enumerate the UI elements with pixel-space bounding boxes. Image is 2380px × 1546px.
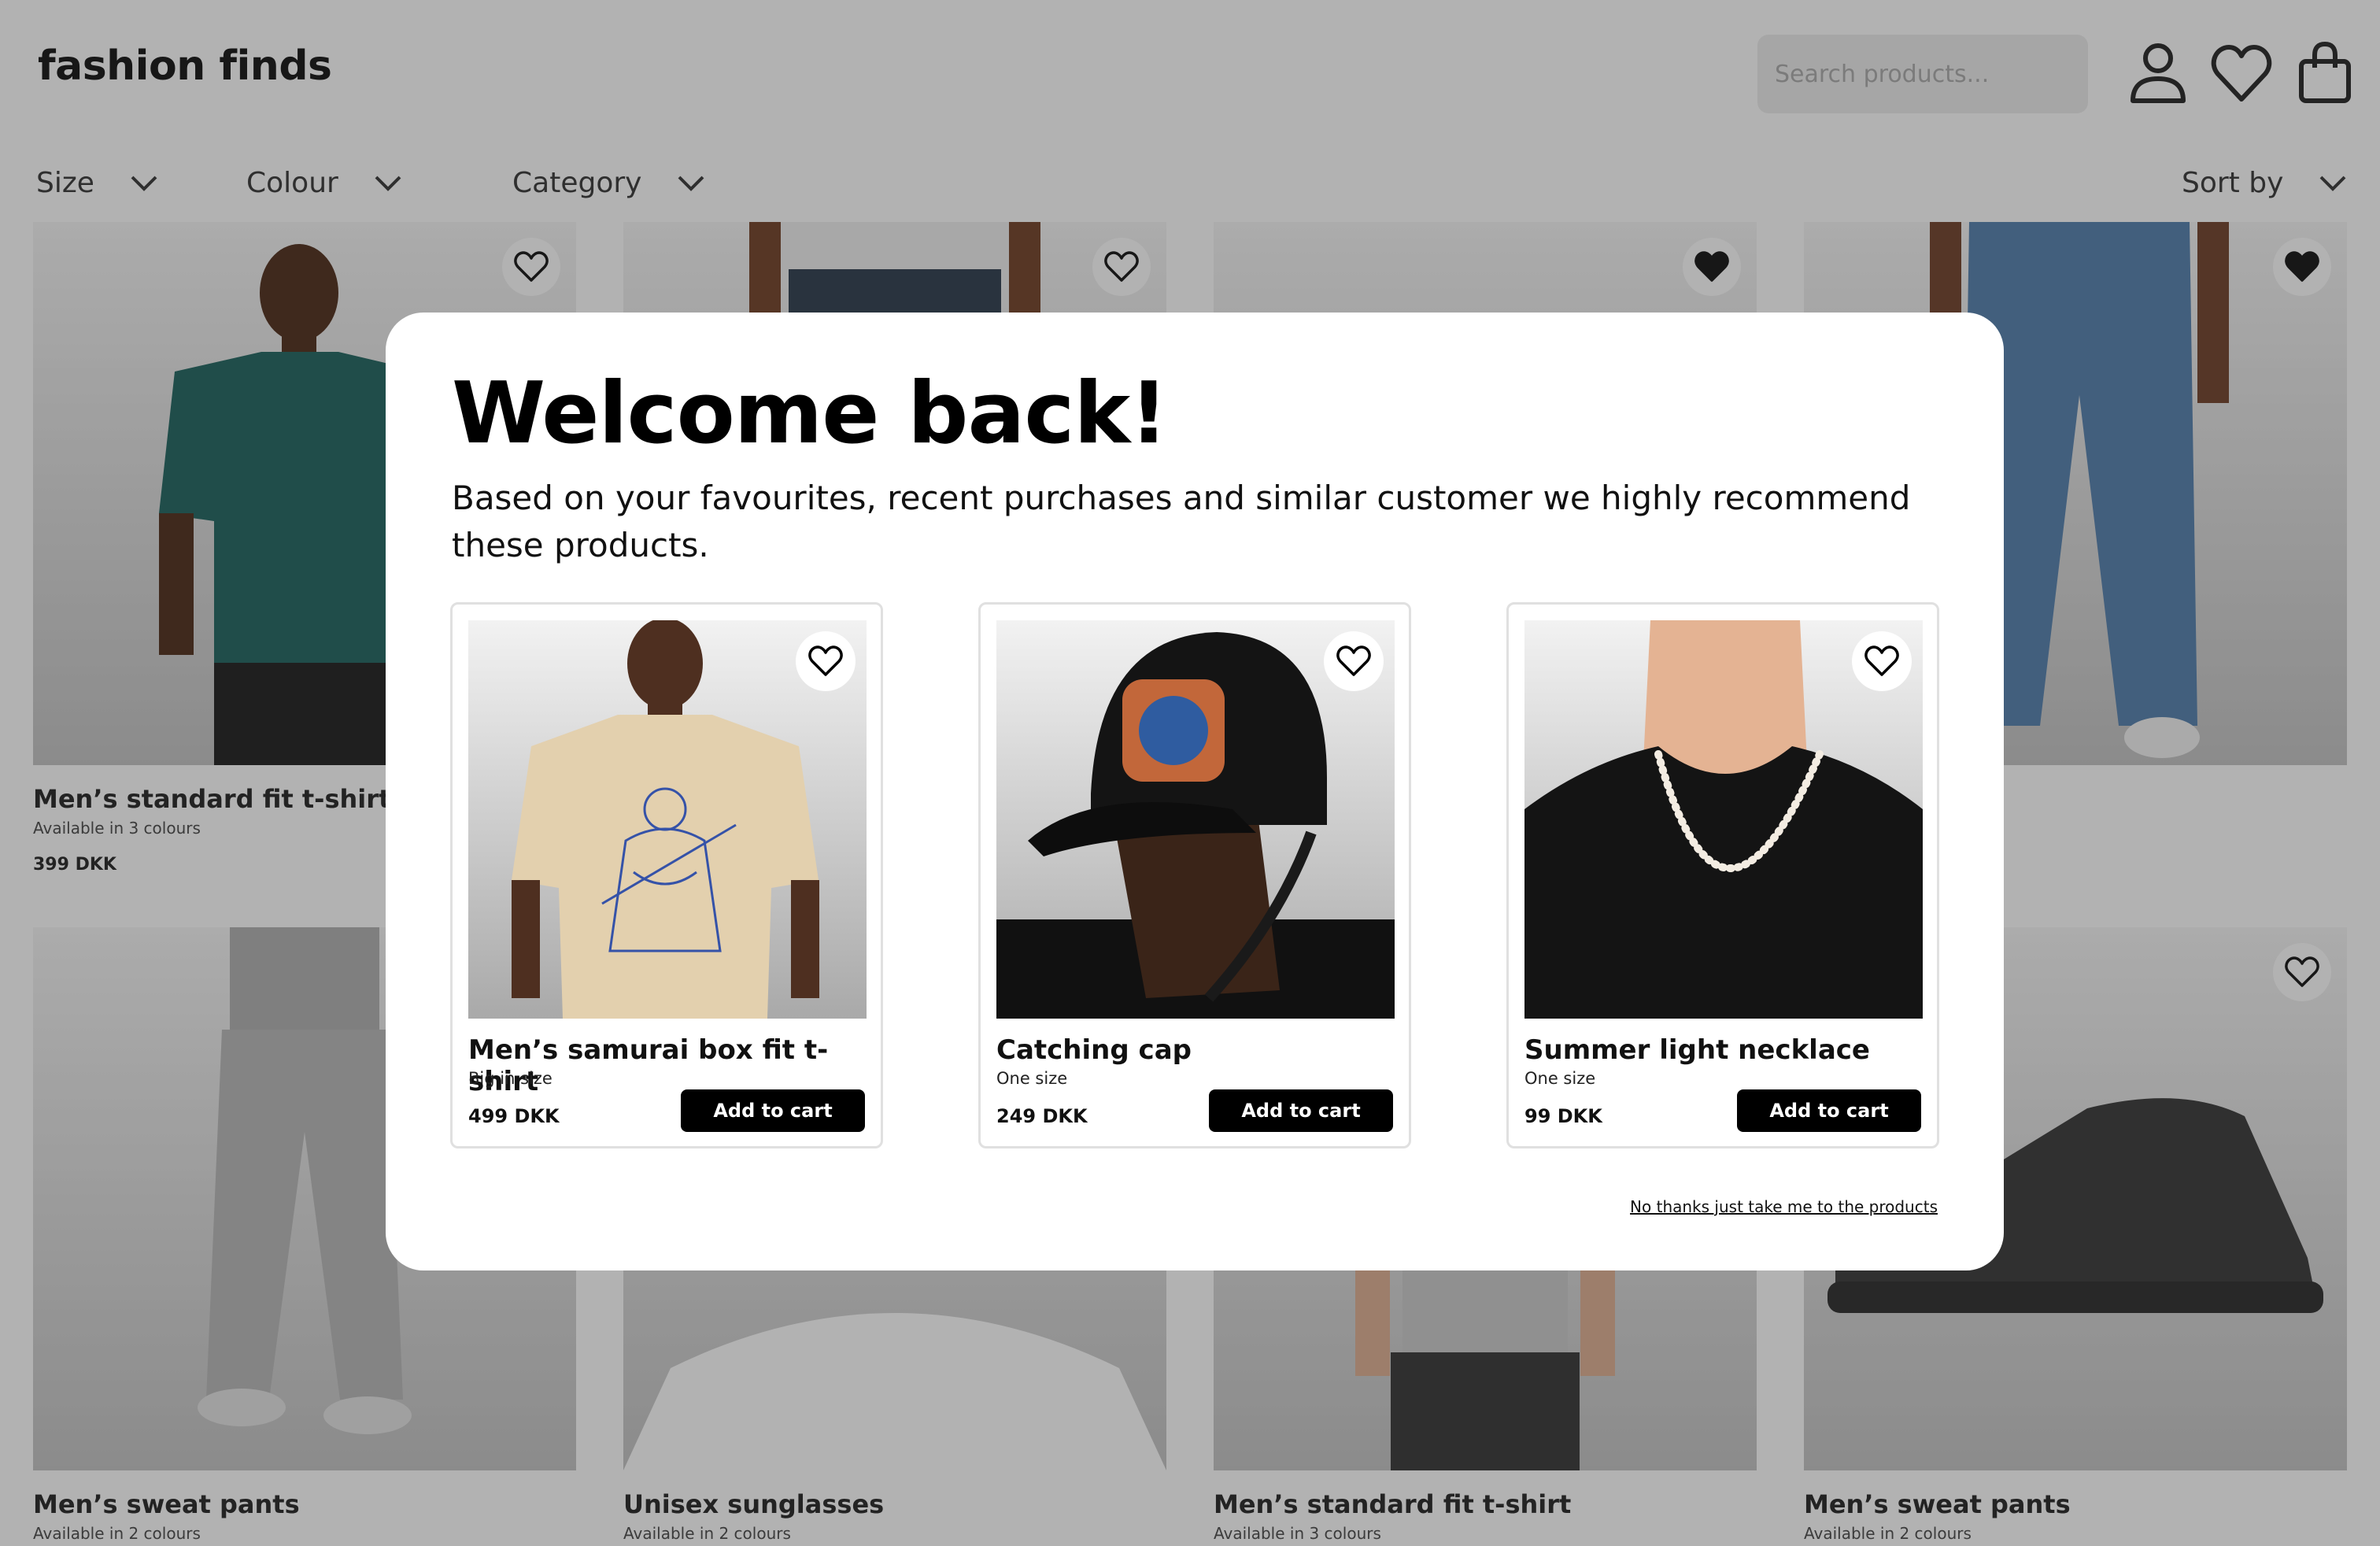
product-name: Men’s samurai box fit t-shirt bbox=[468, 1034, 829, 1097]
product-image bbox=[468, 620, 867, 1019]
add-to-cart-button[interactable]: Add to cart bbox=[1737, 1089, 1921, 1132]
product-size-note: Big in size bbox=[468, 1069, 552, 1088]
recommended-product-card[interactable]: Catching cap One size 249 DKK Add to car… bbox=[978, 602, 1411, 1148]
heart-icon bbox=[808, 645, 843, 676]
modal-title: Welcome back! bbox=[452, 364, 1168, 463]
product-size-note: One size bbox=[1524, 1069, 1596, 1088]
favourite-button[interactable] bbox=[1852, 631, 1912, 691]
product-size-note: One size bbox=[996, 1069, 1068, 1088]
recommended-product-card[interactable]: Summer light necklace One size 99 DKK Ad… bbox=[1506, 602, 1939, 1148]
product-price: 99 DKK bbox=[1524, 1105, 1602, 1127]
product-price: 499 DKK bbox=[468, 1105, 560, 1127]
product-name: Catching cap bbox=[996, 1034, 1192, 1066]
heart-icon bbox=[1864, 645, 1899, 676]
add-to-cart-button[interactable]: Add to cart bbox=[681, 1089, 865, 1132]
product-image bbox=[1524, 620, 1923, 1019]
recommendation-modal: Welcome back! Based on your favourites, … bbox=[386, 313, 2004, 1270]
favourite-button[interactable] bbox=[796, 631, 856, 691]
product-name: Summer light necklace bbox=[1524, 1034, 1870, 1066]
favourite-button[interactable] bbox=[1324, 631, 1384, 691]
recommended-product-card[interactable]: Men’s samurai box fit t-shirt Big in siz… bbox=[450, 602, 883, 1148]
product-price: 249 DKK bbox=[996, 1105, 1088, 1127]
heart-icon bbox=[1336, 645, 1371, 676]
dismiss-modal-link[interactable]: No thanks just take me to the products bbox=[1630, 1197, 1938, 1216]
product-image bbox=[996, 620, 1395, 1019]
add-to-cart-button[interactable]: Add to cart bbox=[1209, 1089, 1393, 1132]
modal-description: Based on your favourites, recent purchas… bbox=[452, 479, 1911, 564]
